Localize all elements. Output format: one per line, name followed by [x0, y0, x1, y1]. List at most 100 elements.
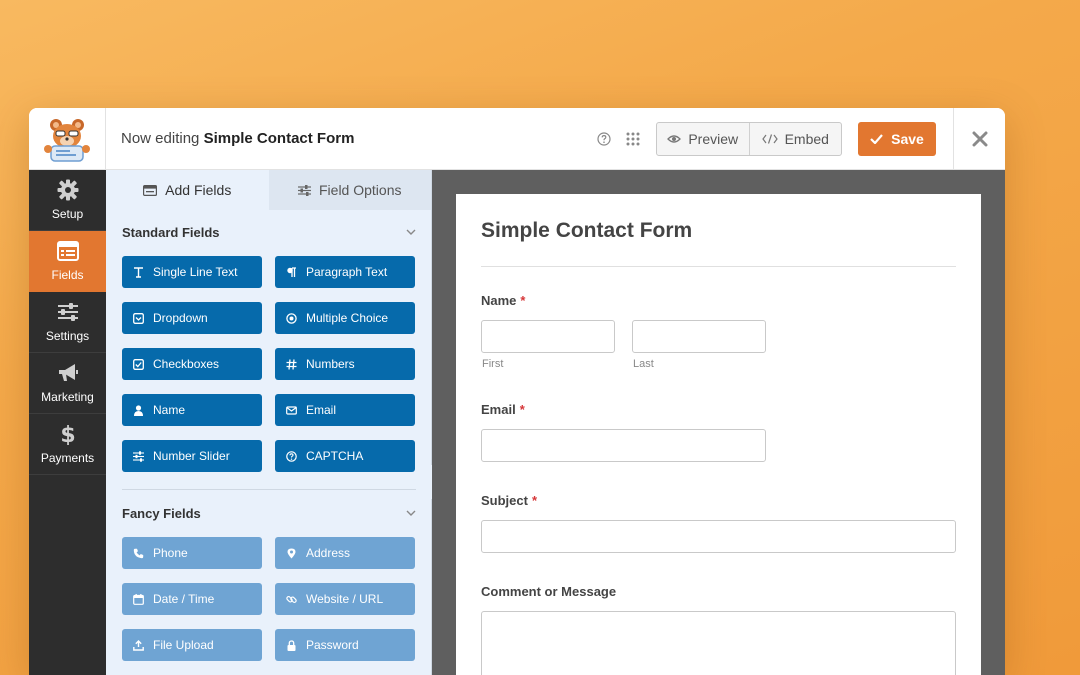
- list-icon: [143, 184, 158, 196]
- standard-fields-header[interactable]: Standard Fields: [122, 222, 416, 242]
- sidebar-item-payments[interactable]: $ Payments: [29, 414, 106, 475]
- sidebar-item-fields[interactable]: Fields: [29, 231, 106, 292]
- embed-button[interactable]: Embed: [748, 123, 842, 155]
- email-field-label: Email *: [481, 402, 525, 417]
- tab-label: Add Fields: [165, 182, 232, 198]
- label-text: Name: [481, 293, 517, 308]
- field-checkboxes[interactable]: Checkboxes: [122, 348, 262, 380]
- field-file-upload[interactable]: File Upload: [122, 629, 262, 661]
- bear-mascot-icon: [44, 119, 90, 162]
- field-website-url[interactable]: Website / URL: [275, 583, 415, 615]
- required-mark: *: [531, 493, 538, 508]
- field-button-label: Name: [153, 403, 186, 417]
- email-input[interactable]: [481, 429, 766, 462]
- field-button-label: Multiple Choice: [306, 311, 389, 325]
- sidebar-item-setup[interactable]: Setup: [29, 170, 106, 231]
- field-button-label: File Upload: [153, 638, 214, 652]
- first-sublabel: First: [482, 358, 504, 370]
- form-builder-window: Now editing Simple Contact Form Preview: [29, 108, 1005, 675]
- svg-text:$: $: [60, 423, 75, 445]
- save-label: Save: [891, 131, 924, 147]
- panel-tabs: Add Fields Field Options: [106, 170, 431, 210]
- message-textarea[interactable]: [481, 611, 956, 675]
- code-icon: [761, 134, 778, 144]
- megaphone-icon: [58, 364, 78, 381]
- field-button-label: Email: [306, 403, 337, 417]
- close-button[interactable]: [953, 108, 1005, 170]
- field-button-label: Number Slider: [153, 449, 230, 463]
- last-name-input[interactable]: [632, 320, 766, 353]
- calendar-icon: [133, 593, 144, 605]
- tab-add-fields[interactable]: Add Fields: [106, 170, 269, 210]
- field-email[interactable]: Email: [275, 394, 415, 426]
- text-cursor-icon: [134, 266, 143, 278]
- field-button-label: Checkboxes: [153, 357, 220, 371]
- field-captcha[interactable]: CAPTCHA: [275, 440, 415, 472]
- label-text: Subject: [481, 493, 528, 508]
- paragraph-icon: [287, 266, 296, 277]
- hash-icon: [286, 358, 297, 370]
- field-button-label: Phone: [153, 546, 188, 560]
- upload-icon: [133, 639, 144, 651]
- sidebar-item-label: Settings: [45, 329, 90, 343]
- form-title-divider: [481, 266, 956, 267]
- preview-button[interactable]: Preview: [657, 123, 749, 155]
- field-phone[interactable]: Phone: [122, 537, 262, 569]
- required-mark: *: [520, 293, 526, 308]
- sidebar-item-marketing[interactable]: Marketing: [29, 353, 106, 414]
- dropdown-icon: [133, 312, 144, 324]
- gear-icon: [57, 179, 78, 201]
- field-numbers[interactable]: Numbers: [275, 348, 415, 380]
- fields-panel: Add Fields Field Options Standard Fields…: [106, 170, 432, 675]
- close-icon: [972, 131, 987, 147]
- field-number-slider[interactable]: Number Slider: [122, 440, 262, 472]
- logo: [29, 108, 106, 170]
- builder-sidebar: Setup Fields Settings Marketing $ Paymen…: [29, 170, 106, 675]
- form-preview: Simple Contact Form Name * First Last Ema…: [456, 194, 981, 675]
- field-button-label: CAPTCHA: [306, 449, 364, 463]
- eye-icon: [667, 135, 682, 143]
- envelope-icon: [286, 405, 297, 415]
- subject-input[interactable]: [481, 520, 956, 553]
- label-text: Email: [481, 402, 516, 417]
- field-name[interactable]: Name: [122, 394, 262, 426]
- editing-prefix: Now editing: [121, 130, 200, 147]
- message-field-label: Comment or Message: [481, 584, 617, 599]
- sliders-icon: [298, 184, 311, 196]
- field-date-time[interactable]: Date / Time: [122, 583, 262, 615]
- field-button-label: Single Line Text: [153, 265, 238, 279]
- field-button-label: Paragraph Text: [306, 265, 388, 279]
- tab-field-options[interactable]: Field Options: [268, 170, 431, 210]
- top-bar: Now editing Simple Contact Form Preview: [29, 108, 1005, 170]
- last-sublabel: Last: [633, 358, 654, 370]
- save-button[interactable]: Save: [858, 122, 936, 156]
- fancy-fields-header[interactable]: Fancy Fields: [122, 503, 416, 523]
- dollar-icon: $: [60, 423, 75, 445]
- field-button-label: Password: [306, 638, 359, 652]
- chevron-down-icon: [406, 229, 416, 235]
- section-title: Fancy Fields: [122, 505, 201, 521]
- field-address[interactable]: Address: [275, 537, 415, 569]
- required-mark: *: [519, 402, 525, 417]
- first-name-input[interactable]: [481, 320, 615, 353]
- page-title: Now editing Simple Contact Form: [121, 108, 354, 170]
- field-single-line-text[interactable]: Single Line Text: [122, 256, 262, 288]
- sidebar-item-label: Setup: [51, 207, 84, 221]
- field-multiple-choice[interactable]: Multiple Choice: [275, 302, 415, 334]
- preview-label: Preview: [688, 131, 739, 147]
- embed-label: Embed: [784, 131, 829, 147]
- help-icon[interactable]: [597, 132, 611, 146]
- field-dropdown[interactable]: Dropdown: [122, 302, 262, 334]
- sidebar-item-label: Payments: [40, 451, 95, 465]
- field-button-label: Dropdown: [153, 311, 208, 325]
- field-paragraph-text[interactable]: Paragraph Text: [275, 256, 415, 288]
- name-field-label: Name *: [481, 293, 525, 308]
- field-password[interactable]: Password: [275, 629, 415, 661]
- radio-icon: [286, 312, 297, 324]
- question-circle-icon: [286, 450, 297, 462]
- chevron-down-icon: [406, 510, 416, 516]
- check-icon: [870, 134, 883, 144]
- apps-grid-icon[interactable]: [626, 132, 640, 146]
- form-preview-area: Simple Contact Form Name * First Last Ema…: [432, 170, 1005, 675]
- sidebar-item-settings[interactable]: Settings: [29, 292, 106, 353]
